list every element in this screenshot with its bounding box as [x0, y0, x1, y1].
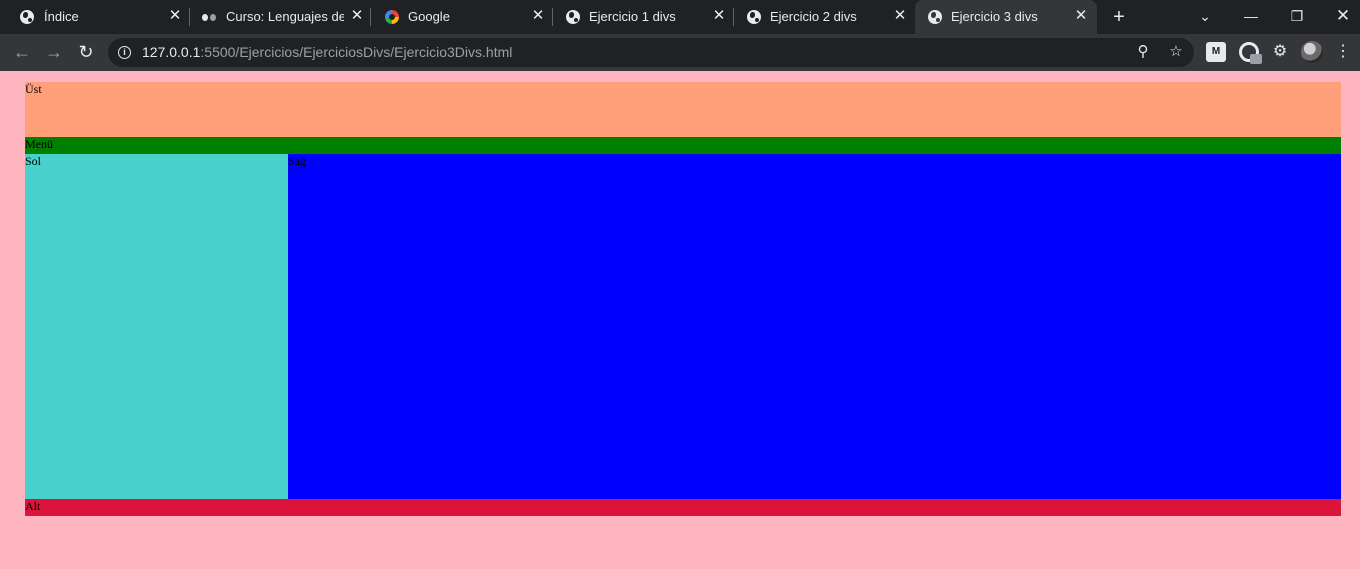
new-tab-icon[interactable]: + [1110, 7, 1128, 27]
url-host: 127.0.0.1 [142, 44, 201, 60]
alt-block: Alt [25, 499, 1341, 516]
back-icon[interactable]: ← [10, 41, 34, 65]
restore-icon[interactable]: ❐ [1287, 6, 1307, 26]
dots-icon [202, 10, 216, 24]
tab-strip: Índice ✕ Curso: Lenguajes de M ✕ Google … [0, 0, 1360, 34]
menu-label: Menü [25, 137, 53, 151]
info-icon[interactable]: i [118, 46, 131, 59]
url-text[interactable]: 127.0.0.1:5500/Ejercicios/EjerciciosDivs… [142, 44, 512, 60]
zoom-out-icon[interactable]: ⚲ [1133, 42, 1153, 62]
extension-badge [1250, 54, 1262, 64]
globe-icon [20, 10, 34, 24]
close-tab-icon[interactable]: ✕ [712, 8, 726, 23]
tab-title: Google [408, 9, 450, 24]
sol-label: Sol [25, 154, 42, 168]
url-path: :5500/Ejercicios/EjerciciosDivs/Ejercici… [200, 44, 513, 60]
menu-block: Menü [25, 137, 1341, 154]
close-tab-icon[interactable]: ✕ [168, 8, 182, 23]
minimize-icon[interactable]: — [1241, 6, 1261, 26]
close-tab-icon[interactable]: ✕ [531, 8, 545, 23]
tab-ejercicio-1[interactable]: Ejercicio 1 divs ✕ [553, 0, 734, 34]
kebab-menu-icon[interactable]: ⋮ [1334, 42, 1352, 62]
tab-indice[interactable]: Índice ✕ [0, 0, 190, 34]
close-tab-icon[interactable]: ✕ [350, 8, 364, 23]
alt-label: Alt [25, 499, 41, 513]
google-icon [385, 10, 399, 24]
tab-curso[interactable]: Curso: Lenguajes de M ✕ [190, 0, 371, 34]
forward-icon[interactable]: → [42, 41, 66, 65]
page-viewport: Üst Menü Sol Sağ Alt [0, 71, 1360, 569]
tab-title: Índice [44, 9, 79, 24]
globe-icon [747, 10, 761, 24]
sol-block: Sol [25, 154, 288, 499]
globe-icon [928, 10, 942, 24]
tab-ejercicio-2[interactable]: Ejercicio 2 divs ✕ [734, 0, 915, 34]
toolbar: ← → ↻ i 127.0.0.1:5500/Ejercicios/Ejerci… [0, 34, 1360, 71]
avatar[interactable] [1301, 41, 1323, 63]
tab-google[interactable]: Google ✕ [371, 0, 553, 34]
movistar-extension-icon[interactable]: M [1206, 42, 1226, 62]
tab-ejercicio-3[interactable]: Ejercicio 3 divs ✕ [915, 0, 1097, 34]
puzzle-icon[interactable]: ⚙ [1270, 42, 1290, 62]
ust-label: Üst [25, 82, 42, 96]
close-window-icon[interactable]: ✕ [1333, 6, 1353, 26]
chevron-down-icon[interactable]: ⌄ [1195, 6, 1215, 26]
reload-icon[interactable]: ↻ [74, 41, 98, 65]
globe-icon [566, 10, 580, 24]
close-tab-icon[interactable]: ✕ [1074, 8, 1088, 23]
tab-title: Ejercicio 2 divs [770, 9, 857, 24]
bookmark-star-icon[interactable]: ☆ [1166, 42, 1186, 62]
address-bar[interactable]: i 127.0.0.1:5500/Ejercicios/EjerciciosDi… [108, 38, 1194, 67]
tab-title: Curso: Lenguajes de M [226, 9, 344, 24]
tab-title: Ejercicio 1 divs [589, 9, 676, 24]
tab-title: Ejercicio 3 divs [951, 9, 1038, 24]
close-tab-icon[interactable]: ✕ [893, 8, 907, 23]
sag-block: Sağ [288, 154, 1341, 499]
sag-label: Sağ [288, 154, 306, 168]
ust-block: Üst [25, 82, 1341, 137]
